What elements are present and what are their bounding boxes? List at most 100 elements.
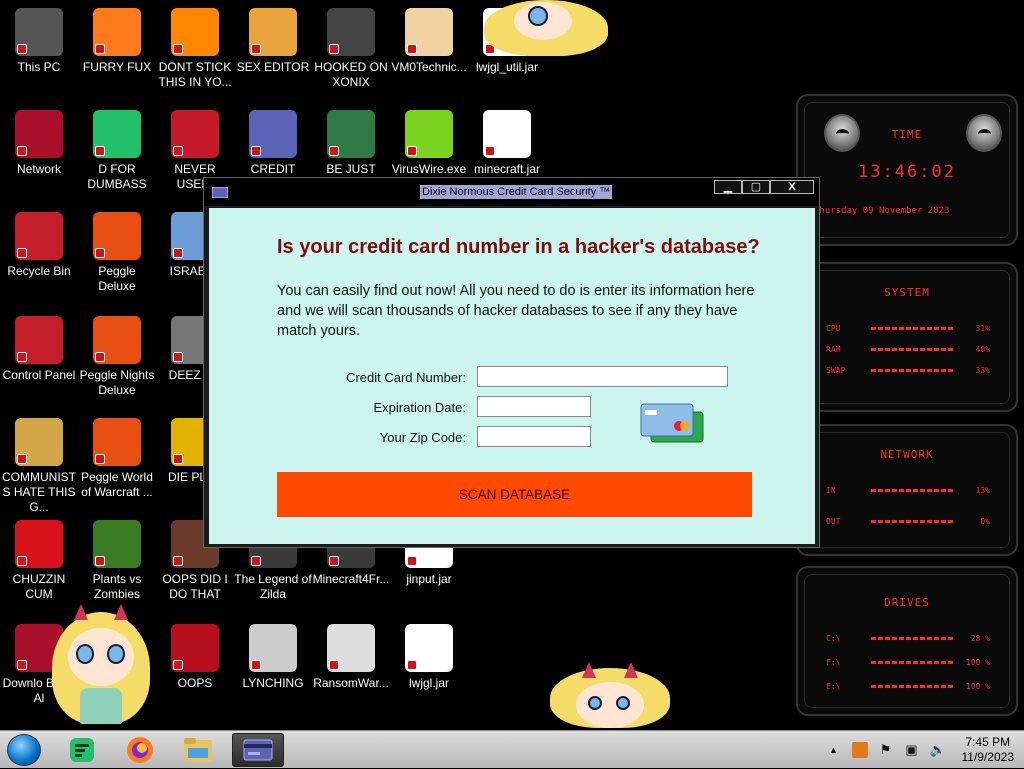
desktop-icon[interactable]: HOOKED ON XONIX — [312, 8, 390, 90]
system-stat-bar — [871, 348, 955, 351]
drives-stat-label: C:\ — [826, 634, 841, 643]
taskbar: ▲ ⚑ ▣ 🔈 7:45 PM 11/9/2023 — [0, 730, 1024, 768]
desktop-icon[interactable]: Network — [0, 110, 78, 177]
card-number-input[interactable] — [477, 366, 728, 387]
clock-date: 11/9/2023 — [961, 750, 1015, 764]
drives-stat-value: 100 % — [965, 682, 990, 691]
desktop-icon-label: VM0Technic... — [391, 60, 467, 74]
dialog-client-area: Is your credit card number in a hacker's… — [209, 208, 815, 544]
maximize-button[interactable]: ▢ — [742, 180, 770, 194]
network-stat-bar — [871, 520, 955, 523]
zip-code-input[interactable] — [477, 426, 591, 447]
desktop-icon[interactable]: minecraft.jar — [468, 110, 546, 177]
close-button[interactable]: X — [770, 180, 814, 194]
network-stat-row: OUT 0% — [826, 517, 990, 526]
desktop-icon-label: HOOKED ON XONIX — [314, 60, 388, 89]
pvz-flower-icon — [93, 520, 141, 568]
expiration-date-input[interactable] — [477, 396, 591, 417]
firefox-icon — [93, 8, 141, 56]
minimize-button[interactable]: ▁ — [714, 180, 742, 194]
dumbass-icon — [93, 110, 141, 158]
taskbar-dumbass-app[interactable] — [58, 733, 106, 767]
desktop-icon-label: COMMUNISTS HATE THIS G... — [2, 470, 76, 514]
desktop-icon-label: D FOR DUMBASS — [87, 162, 147, 191]
drives-stat-value: 100 % — [965, 658, 990, 667]
clock-time: 7:45 PM — [965, 735, 1011, 749]
desktop-icon-label: Peggle Deluxe — [98, 264, 136, 293]
start-button[interactable] — [7, 734, 41, 766]
desktop-icon-label: The Legend of Zilda — [234, 572, 312, 601]
desktop-icon[interactable]: DONT STICK THIS IN YO... — [156, 8, 234, 90]
taskbar-firefox-app[interactable] — [116, 733, 164, 767]
peggle-icon — [93, 316, 141, 364]
desktop-icon-label: Network — [16, 162, 61, 176]
desktop-icon[interactable]: Recycle Bin — [0, 212, 78, 279]
desktop-icon-label: Minecraft4Fr... — [312, 572, 390, 586]
desktop-icon-label: Recycle Bin — [7, 264, 71, 278]
system-stat-bar — [871, 327, 955, 330]
hex-editor-icon — [249, 8, 297, 56]
system-widget: SYSTEM CPU 31% RAM 40% SWAP 33% — [796, 262, 1018, 412]
dialog-titlebar[interactable]: Dixie Normous Credit Card Security ™ ▁ ▢… — [204, 178, 819, 206]
network-icon[interactable]: ▣ — [904, 742, 920, 758]
desktop-icon[interactable]: Peggle Deluxe — [78, 212, 156, 294]
scan-database-button[interactable]: SCAN DATABASE — [277, 472, 752, 517]
system-stat-value: 33% — [975, 366, 990, 375]
desktop-icon[interactable]: LYNCHING — [234, 624, 312, 691]
dialog-heading: Is your credit card number in a hacker's… — [277, 236, 760, 258]
desktop-icon[interactable]: RansomWar... — [312, 624, 390, 691]
network-stat-label: OUT — [826, 517, 841, 526]
system-widget-title: SYSTEM — [884, 286, 930, 299]
taskbar-clock[interactable]: 7:45 PM 11/9/2023 — [962, 735, 1015, 765]
desktop-icon[interactable]: D FOR DUMBASS — [78, 110, 156, 192]
network-stat-value: 13% — [975, 486, 990, 495]
desktop-icon-label: jinput.jar — [406, 572, 452, 586]
cartoon-sticker-left — [52, 604, 150, 726]
desktop-icon-label: lwjgl.jar — [408, 676, 449, 690]
desktop-icon[interactable]: CHUZZIN CUM — [0, 520, 78, 602]
taskbar-credit-card-app[interactable] — [232, 733, 284, 767]
alienware-icon — [171, 624, 219, 672]
desktop-icon[interactable]: VM0Technic... — [390, 8, 468, 75]
desktop-icon[interactable]: lwjgl.jar — [390, 624, 468, 691]
desktop-icon-label: DONT STICK THIS IN YO... — [158, 60, 232, 89]
skull-icon — [327, 624, 375, 672]
desktop-icon[interactable]: VirusWire.exe — [390, 110, 468, 177]
desktop-icon[interactable]: SEX EDITOR — [234, 8, 312, 75]
desktop-icon-label: This PC — [17, 60, 61, 74]
desktop: This PC FURRY FUX DONT STICK THIS IN YO...… — [0, 0, 1024, 730]
system-stat-row: CPU 31% — [826, 324, 990, 333]
desktop-icon[interactable]: Control Panel — [0, 316, 78, 383]
network-widget-title: NETWORK — [880, 448, 934, 461]
desktop-icon-label: Plants vs Zombies — [92, 572, 142, 601]
desktop-icon-label: minecraft.jar — [473, 162, 541, 176]
system-stat-value: 40% — [975, 345, 990, 354]
taskbar-file-explorer-app[interactable] — [174, 733, 222, 767]
xonix-game-icon — [327, 8, 375, 56]
system-stat-bar — [871, 369, 955, 372]
volume-icon[interactable]: 🔈 — [930, 742, 946, 758]
network-stat-label: IN — [826, 486, 836, 495]
network-stat-row: IN 13% — [826, 486, 990, 495]
drives-stat-label: E:\ — [826, 682, 841, 691]
show-hidden-icons-icon[interactable]: ▲ — [826, 742, 842, 758]
dialog-description: You can easily find out now! All you nee… — [277, 283, 755, 339]
desktop-icon[interactable]: Plants vs Zombies — [78, 520, 156, 602]
action-center-flag-icon[interactable]: ⚑ — [878, 742, 894, 758]
tray-app-icon[interactable] — [851, 742, 868, 758]
desktop-icon[interactable]: Peggle World of Warcraft ... — [78, 418, 156, 500]
desktop-icon[interactable]: OOPS — [156, 624, 234, 691]
desktop-icon[interactable]: Peggle Nights Deluxe — [78, 316, 156, 398]
desktop-icon[interactable]: This PC — [0, 8, 78, 75]
system-stat-row: RAM 40% — [826, 345, 990, 354]
network-stat-bar — [871, 489, 955, 492]
desktop-icon-label: OOPS DID I DO THAT — [162, 572, 228, 601]
desktop-icon[interactable]: FURRY FUX — [78, 8, 156, 75]
system-stat-label: SWAP — [826, 366, 846, 375]
desktop-icon[interactable]: COMMUNISTS HATE THIS G... — [0, 418, 78, 515]
elf-icon — [327, 110, 375, 158]
system-stat-label: RAM — [826, 345, 841, 354]
recycle-bin-icon — [15, 212, 63, 260]
drives-stat-bar — [871, 685, 955, 688]
network-stat-value: 0% — [980, 517, 990, 526]
